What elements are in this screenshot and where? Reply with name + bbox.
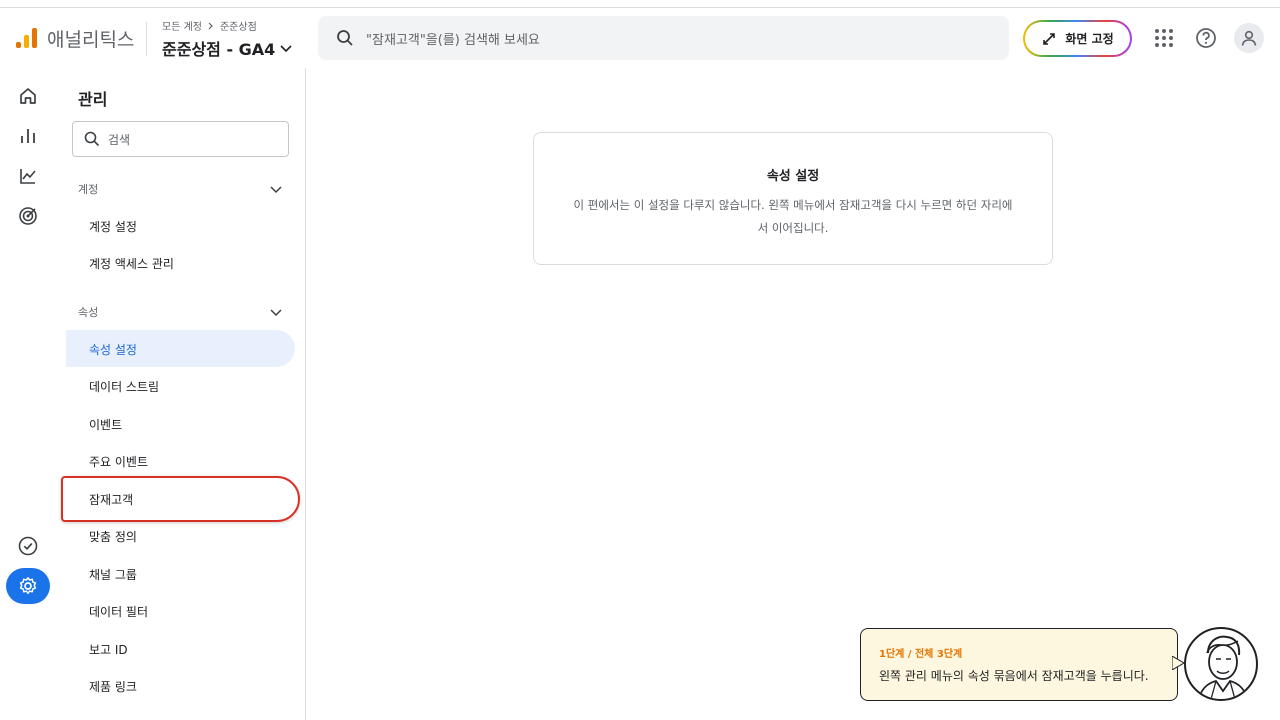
search-icon (84, 131, 100, 147)
fix-screen-label: 화면 고정 (1065, 32, 1114, 46)
section-property-label: 속성 (78, 306, 99, 319)
header-divider (146, 22, 147, 56)
search-placeholder: "잠재고객"을(를) 검색해 보세요 (366, 32, 540, 48)
sidebar-item-custom-definitions[interactable]: 맞춤 정의 (89, 528, 137, 545)
breadcrumb-all-accounts[interactable]: 모든 계정 (162, 18, 202, 33)
search-bar[interactable]: "잠재고객"을(를) 검색해 보세요 (318, 16, 1009, 60)
insights-check-icon[interactable] (16, 534, 40, 558)
sidebar-search-placeholder: 검색 (108, 132, 131, 147)
breadcrumb-account[interactable]: 준준상점 (220, 18, 257, 33)
fix-screen-button[interactable]: 화면 고정 (1023, 20, 1132, 57)
sidebar-item-property-settings[interactable]: 속성 설정 (89, 341, 137, 358)
chevron-down-icon (280, 45, 292, 53)
admin-gear-icon[interactable] (6, 568, 50, 604)
sidebar-item-account-settings[interactable]: 계정 설정 (89, 218, 137, 235)
chevron-right-icon (208, 22, 213, 29)
expand-icon (1043, 32, 1056, 45)
advertising-icon[interactable] (16, 204, 40, 228)
header: 애널리틱스 모든 계정 준준상점 준준상점 - GA4 "잠재고객"을(를) 검… (0, 8, 1280, 68)
analytics-logo-icon[interactable] (16, 26, 37, 48)
sidebar-item-key-events[interactable]: 주요 이벤트 (89, 453, 148, 470)
card-text: 이 편에서는 이 설정을 다루지 않습니다. 왼쪽 메뉴에서 잠재고객을 다시 … (573, 198, 1013, 235)
sidebar-item-events[interactable]: 이벤트 (89, 416, 122, 433)
help-icon[interactable] (1194, 26, 1218, 50)
sidebar-item-channel-groups[interactable]: 채널 그룹 (89, 566, 137, 583)
section-account-header[interactable]: 계정 (78, 181, 283, 197)
sidebar-item-data-streams[interactable]: 데이터 스트림 (89, 378, 159, 395)
sidebar-item-product-links[interactable]: 제품 링크 (89, 678, 137, 695)
property-name: 준준상점 - GA4 (162, 40, 276, 59)
sidebar-search-input[interactable]: 검색 (72, 121, 289, 157)
section-account-label: 계정 (78, 183, 99, 196)
search-icon (337, 30, 353, 46)
sidebar-item-audiences[interactable]: 잠재고객 (89, 491, 133, 508)
explore-icon[interactable] (16, 164, 40, 188)
sidebar-item-account-access[interactable]: 계정 액세스 관리 (89, 255, 174, 272)
home-icon[interactable] (16, 84, 40, 108)
chevron-down-icon (270, 309, 282, 317)
nav-rail (0, 68, 56, 720)
property-selector[interactable]: 준준상점 - GA4 (162, 36, 293, 60)
card-title: 속성 설정 (766, 169, 820, 184)
account-avatar-icon[interactable] (1234, 23, 1264, 53)
breadcrumb[interactable]: 모든 계정 준준상점 (162, 18, 257, 33)
guide-tooltip: 1단계 / 전체 3단계 왼쪽 관리 메뉴의 속성 묶음에서 잠재고객을 누릅니… (860, 628, 1178, 701)
guide-avatar-icon (1184, 627, 1258, 701)
app-name[interactable]: 애널리틱스 (47, 25, 134, 52)
tooltip-text: 왼쪽 관리 메뉴의 속성 묶음에서 잠재고객을 누릅니다. (879, 669, 1149, 683)
top-border (0, 0, 1280, 8)
sidebar-item-reporting-id[interactable]: 보고 ID (89, 641, 128, 658)
tooltip-step: 1단계 / 전체 3단계 (879, 649, 963, 660)
sidebar-title: 관리 (78, 90, 108, 109)
tooltip-pointer (1172, 656, 1184, 670)
admin-sidebar: 관리 검색 계정 계정 설정 계정 액세스 관리 속성 속성 설정 데이터 스트… (56, 68, 306, 720)
info-card: 속성 설정 이 편에서는 이 설정을 다루지 않습니다. 왼쪽 메뉴에서 잠재고… (533, 132, 1053, 265)
apps-grid-icon[interactable] (1152, 26, 1176, 50)
reports-icon[interactable] (16, 124, 40, 148)
section-property-header[interactable]: 속성 (78, 304, 283, 320)
chevron-up-down-icon (270, 186, 282, 194)
sidebar-item-data-filters[interactable]: 데이터 필터 (89, 603, 148, 620)
